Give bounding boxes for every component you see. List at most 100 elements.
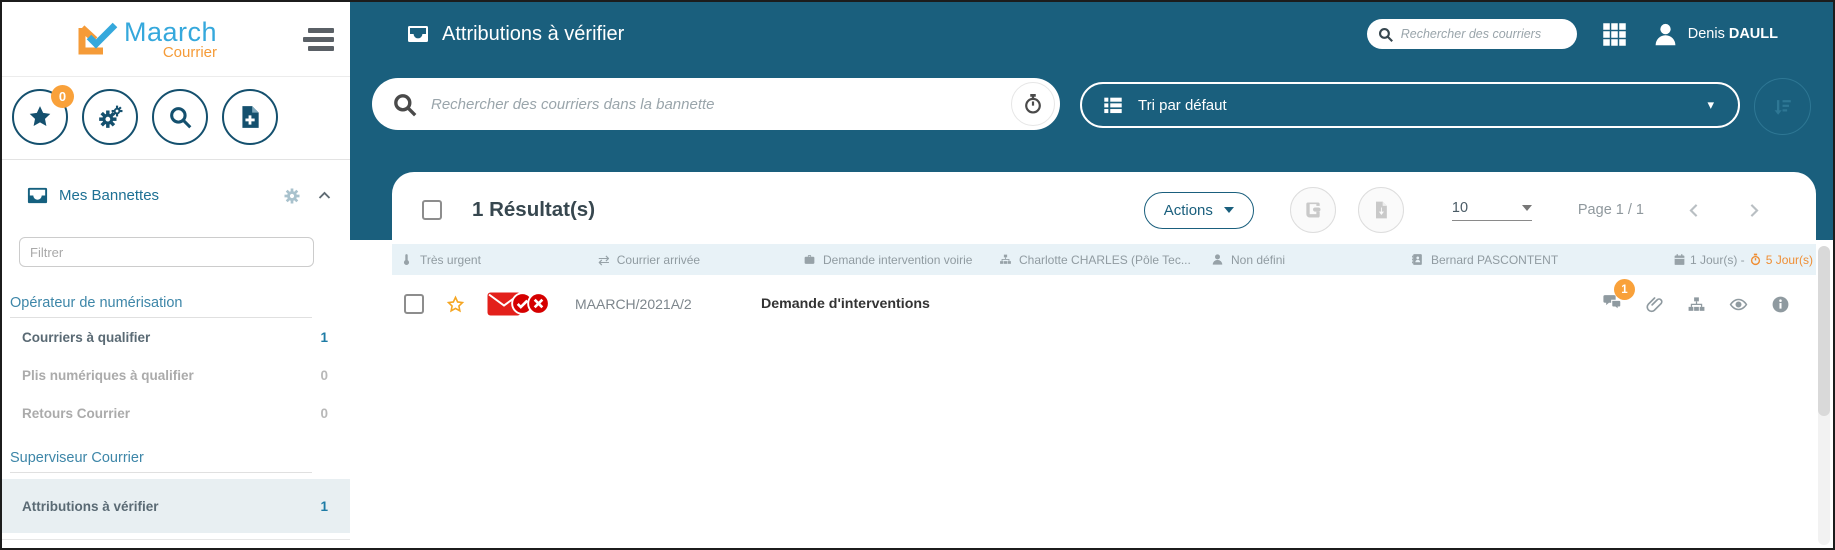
exchange-icon: ⇄	[598, 253, 610, 267]
maarch-logo-icon	[78, 21, 120, 57]
sitemap-icon	[999, 253, 1012, 266]
chevron-up-icon[interactable]	[317, 188, 332, 203]
user-menu[interactable]: Denis DAULL	[1652, 21, 1778, 48]
mail-row[interactable]: MAARCH/2021A/2 Demande d'interventions 1	[392, 275, 1816, 333]
gears-icon	[97, 104, 123, 130]
calendar-icon	[1673, 253, 1686, 266]
favorites-button[interactable]: 0	[12, 89, 68, 145]
sidebar-item-retours-courrier[interactable]: Retours Courrier 0	[2, 394, 350, 432]
sort-select[interactable]: Tri par défaut ▾	[1080, 82, 1740, 128]
next-page-icon[interactable]	[1745, 202, 1762, 219]
sidebar-item-attributions-a-verifier[interactable]: Attributions à vérifier 1	[2, 479, 350, 533]
logo-row: Maarch Courrier	[2, 2, 350, 77]
row-checkbox[interactable]	[404, 294, 424, 314]
app-window: Maarch Courrier 0	[0, 0, 1835, 550]
new-document-button[interactable]	[222, 89, 278, 145]
cross-badge-icon	[527, 292, 550, 315]
column-doctype[interactable]: Demande intervention voirie	[803, 253, 999, 267]
user-icon	[1652, 21, 1679, 48]
bannettes-settings-icon[interactable]	[283, 187, 301, 205]
actions-button[interactable]: Actions	[1144, 192, 1254, 229]
sidebar-section-dossiers[interactable]: Dossiers	[2, 539, 350, 550]
print-separators-button[interactable]	[1290, 187, 1336, 233]
sort-desc-icon	[1772, 96, 1794, 118]
star-icon	[27, 104, 53, 130]
scrollbar	[1818, 246, 1830, 545]
page-indicator: Page 1 / 1	[1578, 202, 1644, 218]
sort-label: Tri par défaut	[1138, 97, 1227, 114]
product-name: Courrier	[124, 44, 217, 61]
column-entity[interactable]: Charlotte CHARLES (Pôle Tec...	[999, 253, 1211, 267]
info-icon[interactable]	[1771, 295, 1790, 314]
user-name: Denis DAULL	[1688, 26, 1778, 42]
topbar: Attributions à vérifier Denis DAULL	[350, 2, 1833, 66]
page-size-select[interactable]: 10	[1452, 200, 1532, 221]
results-count: 1 Résultat(s)	[472, 198, 595, 222]
export-button[interactable]	[1358, 187, 1404, 233]
address-book-icon	[1411, 253, 1424, 266]
sidebar-item-courriers-a-qualifier[interactable]: Courriers à qualifier 1	[2, 318, 350, 356]
user-icon	[1211, 253, 1224, 266]
results-toolbar: 1 Résultat(s) Actions 10 Page 1 / 1	[392, 172, 1816, 244]
column-category[interactable]: ⇄ Courrier arrivée	[598, 253, 803, 267]
settings-button[interactable]	[82, 89, 138, 145]
caret-down-icon	[1522, 205, 1532, 211]
column-deadline[interactable]: 1 Jour(s) - 5 Jour(s)	[1673, 253, 1823, 267]
page-title: Attributions à vérifier	[442, 23, 624, 46]
inbox-icon	[26, 184, 49, 207]
apps-grid-icon[interactable]	[1601, 21, 1628, 48]
sidebar: Maarch Courrier 0	[2, 2, 350, 548]
sort-direction-button[interactable]	[1754, 78, 1811, 135]
previous-page-icon[interactable]	[1686, 202, 1703, 219]
maarch-logo[interactable]: Maarch Courrier	[78, 17, 217, 61]
global-search	[1367, 19, 1577, 49]
mail-status-icons	[487, 289, 549, 319]
count-badge: 1	[320, 330, 328, 345]
select-all-checkbox[interactable]	[422, 200, 442, 220]
column-contact[interactable]: Bernard PASCONTENT	[1411, 253, 1673, 267]
count-badge: 1	[320, 499, 328, 514]
eye-icon[interactable]	[1729, 295, 1748, 314]
mail-subject: Demande d'interventions	[761, 296, 930, 312]
page-head: Attributions à vérifier	[406, 22, 624, 46]
file-export-icon	[1371, 200, 1391, 220]
search-icon	[391, 91, 418, 118]
favorites-badge: 0	[51, 85, 74, 108]
thermometer-icon	[400, 253, 413, 266]
paperclip-icon[interactable]	[1645, 295, 1664, 314]
menu-toggle-icon[interactable]	[303, 28, 334, 51]
sitemap-icon[interactable]	[1687, 295, 1706, 314]
search-icon	[1377, 26, 1394, 43]
sidebar-item-plis-numeriques[interactable]: Plis numériques à qualifier 0	[2, 356, 350, 394]
filter-input[interactable]	[19, 237, 314, 267]
column-status[interactable]: Non défini	[1211, 253, 1411, 267]
count-badge: 0	[320, 406, 328, 421]
search-button[interactable]	[152, 89, 208, 145]
stopwatch-icon	[1749, 253, 1762, 266]
caret-down-icon	[1224, 207, 1234, 213]
mail-reference: MAARCH/2021A/2	[575, 296, 707, 312]
favorite-star-icon[interactable]	[446, 295, 465, 314]
quick-actions: 0	[2, 77, 350, 145]
search-icon	[167, 104, 193, 130]
global-search-input[interactable]	[1401, 27, 1561, 41]
scrollbar-thumb[interactable]	[1818, 246, 1830, 416]
basket-search-input[interactable]	[431, 96, 1011, 113]
notes-button[interactable]: 1	[1603, 292, 1622, 316]
main-area: Attributions à vérifier Denis DAULL	[350, 2, 1833, 548]
bannettes-label: Mes Bannettes	[59, 187, 159, 204]
list-icon	[1102, 94, 1124, 116]
stopwatch-icon	[1022, 93, 1044, 115]
briefcase-icon	[803, 253, 816, 266]
file-plus-icon	[237, 104, 263, 130]
results-card: 1 Résultat(s) Actions 10 Page 1 / 1	[392, 172, 1816, 548]
bannettes-header: Mes Bannettes	[2, 160, 350, 207]
basket-group-title: Superviseur Courrier	[10, 450, 312, 473]
column-priority[interactable]: Très urgent	[400, 253, 598, 267]
quick-filter-button[interactable]	[1011, 82, 1055, 126]
caret-down-icon: ▾	[1707, 97, 1714, 113]
basket-group-title: Opérateur de numérisation	[10, 295, 312, 318]
count-badge: 0	[320, 368, 328, 383]
inbox-icon	[406, 22, 430, 46]
scroll-icon	[1303, 200, 1323, 220]
